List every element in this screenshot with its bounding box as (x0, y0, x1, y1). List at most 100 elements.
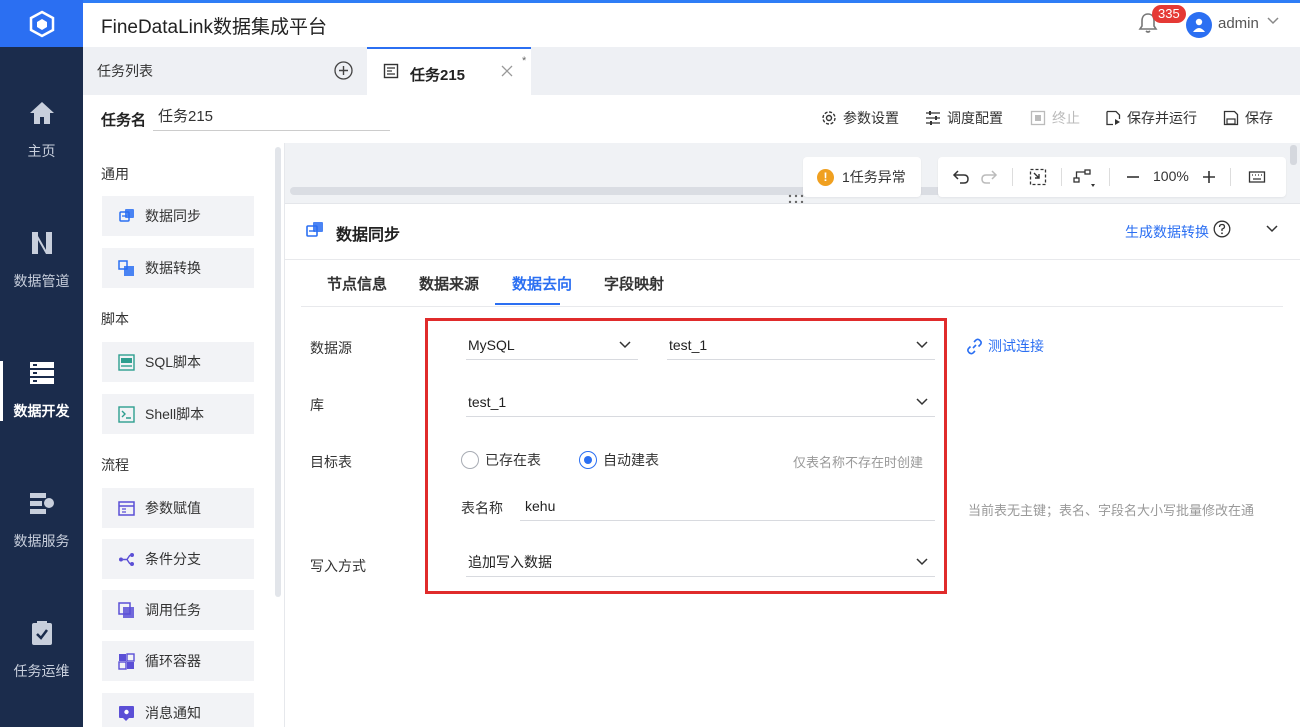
warning-icon: ! (817, 168, 834, 186)
component-label: 消息通知 (145, 705, 201, 721)
active-tab-underline (495, 303, 560, 305)
tab-data-target[interactable]: 数据去向 (512, 273, 572, 294)
tab-task-list[interactable]: 任务列表 (83, 47, 367, 95)
layout-icon[interactable] (1073, 168, 1097, 188)
stop-icon (1030, 110, 1046, 126)
panel-title: 数据同步 (336, 227, 401, 244)
canvas-zoom-toolbar: 100% (938, 157, 1286, 197)
redo-icon[interactable] (980, 168, 998, 186)
ops-icon (28, 619, 56, 647)
tab-task-215[interactable]: 任务215 * (367, 47, 531, 95)
add-tab-icon[interactable] (334, 61, 353, 80)
task-name-label: 任务名 (101, 112, 147, 129)
component-label: 数据转换 (145, 260, 201, 276)
separator (1061, 168, 1062, 186)
component-data-transform[interactable]: 数据转换 (102, 248, 254, 288)
user-icon (1193, 18, 1205, 32)
section-title-general: 通用 (101, 166, 129, 182)
task-name-input[interactable]: 任务215 (153, 103, 390, 131)
nav-label-ops: 任务运维 (13, 663, 70, 679)
component-label: SQL脚本 (145, 354, 202, 370)
component-condition-branch[interactable]: 条件分支 (102, 539, 254, 579)
app-title: FineDataLink数据集成平台 (101, 17, 327, 38)
component-call-task[interactable]: 调用任务 (102, 590, 254, 630)
tab-field-mapping[interactable]: 字段映射 (604, 273, 664, 294)
test-connection-label: 测试连接 (988, 338, 1044, 354)
datasource-label: 数据源 (310, 340, 352, 356)
notification-badge[interactable]: 335 (1152, 5, 1186, 23)
tab-node-info[interactable]: 节点信息 (327, 273, 387, 294)
nav-item-home[interactable]: 主页 (0, 75, 83, 185)
component-label: 参数赋值 (145, 500, 201, 516)
save-button[interactable]: 保存 (1223, 107, 1273, 129)
save-and-run-button[interactable]: 保存并运行 (1105, 107, 1197, 129)
divider (301, 306, 1283, 307)
nav-label-pipeline: 数据管道 (13, 273, 70, 289)
canvas-v-scrollbar[interactable] (1290, 145, 1297, 165)
test-connection-link[interactable]: 测试连接 (966, 336, 1044, 356)
component-message-notify[interactable]: 消息通知 (102, 693, 254, 727)
task-toolbar: 任务名 任务215 参数设置 调度配置 终止 保存并运行 保存 (83, 95, 1300, 143)
close-icon[interactable] (500, 64, 514, 78)
component-label: 数据同步 (145, 208, 201, 224)
stop-button[interactable]: 终止 (1030, 107, 1080, 129)
nav-label-home: 主页 (27, 143, 56, 159)
nav-item-dev[interactable]: 数据开发 (0, 335, 83, 445)
nav-label-service: 数据服务 (13, 533, 70, 549)
shell-icon (118, 405, 135, 423)
stop-label: 终止 (1052, 110, 1080, 126)
target-table-label: 目标表 (310, 454, 352, 470)
component-loop-container[interactable]: 循环容器 (102, 641, 254, 681)
avatar[interactable] (1186, 12, 1212, 38)
component-label: 条件分支 (145, 551, 201, 567)
save-label: 保存 (1245, 110, 1273, 126)
keyboard-icon[interactable] (1248, 168, 1266, 186)
loop-icon (118, 652, 135, 670)
component-sql-script[interactable]: SQL脚本 (102, 342, 254, 382)
service-icon (28, 489, 56, 517)
schedule-config-button[interactable]: 调度配置 (925, 107, 1003, 129)
generate-transform-link[interactable]: 生成数据转换 (1125, 222, 1209, 242)
data-sync-icon (119, 208, 134, 222)
app-logo[interactable] (0, 0, 83, 47)
table-hint: 当前表无主键；表名、字段名大小写批量修改在通 (968, 503, 1255, 518)
task-warning-label: 1任务异常 (842, 169, 906, 185)
component-scrollbar[interactable] (275, 147, 281, 597)
data-sync-icon (306, 222, 323, 237)
fit-view-icon[interactable] (1029, 168, 1047, 186)
help-icon[interactable] (1213, 220, 1231, 238)
task-doc-icon (383, 63, 399, 79)
chevron-down-icon[interactable] (1265, 222, 1279, 236)
tab-task-list-label: 任务列表 (97, 63, 153, 79)
save-run-icon (1106, 110, 1121, 126)
component-param-assign[interactable]: 参数赋值 (102, 488, 254, 528)
component-label: 循环容器 (145, 653, 201, 669)
undo-icon[interactable] (952, 168, 970, 186)
zoom-out-icon[interactable] (1125, 168, 1141, 186)
section-title-flow: 流程 (101, 457, 129, 473)
param-assign-icon (118, 500, 135, 516)
data-transform-icon (118, 259, 134, 276)
separator (1109, 168, 1110, 186)
user-name[interactable]: admin (1218, 15, 1259, 32)
message-icon (119, 705, 134, 721)
nav-item-pipeline[interactable]: 数据管道 (0, 205, 83, 315)
logo-icon (29, 10, 54, 37)
dev-icon (28, 359, 56, 387)
param-settings-label: 参数设置 (843, 110, 899, 126)
zoom-in-icon[interactable] (1201, 168, 1217, 186)
component-data-sync[interactable]: 数据同步 (102, 196, 254, 236)
nav-item-service[interactable]: 数据服务 (0, 465, 83, 575)
write-mode-label: 写入方式 (310, 558, 366, 574)
component-shell-script[interactable]: Shell脚本 (102, 394, 254, 434)
param-settings-button[interactable]: 参数设置 (821, 107, 899, 129)
nav-item-ops[interactable]: 任务运维 (0, 595, 83, 705)
task-warning-box[interactable]: ! 1任务异常 (803, 157, 921, 197)
nav-label-dev: 数据开发 (13, 403, 70, 419)
tab-data-source[interactable]: 数据来源 (419, 273, 479, 294)
panel-tabs: 节点信息 数据来源 数据去向 字段映射 (285, 260, 1300, 306)
chevron-down-icon[interactable] (1266, 14, 1280, 28)
call-task-icon (118, 601, 134, 618)
top-header: FineDataLink数据集成平台 335 admin (83, 3, 1300, 47)
gear-icon (822, 111, 836, 125)
